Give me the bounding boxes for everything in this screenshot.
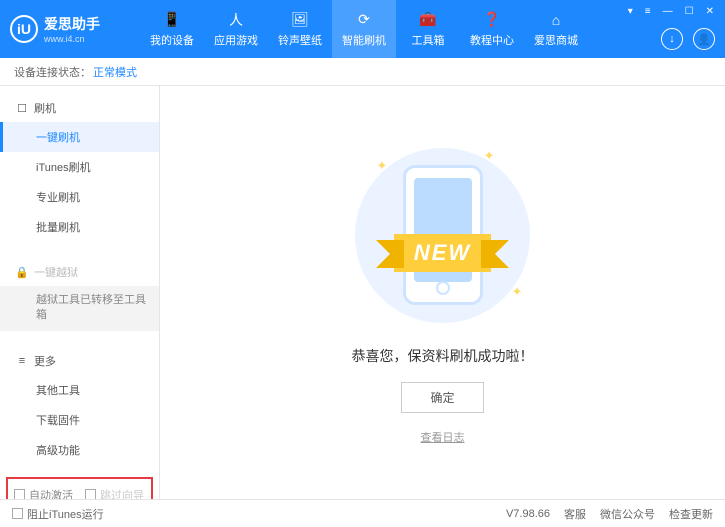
wallpaper-icon: 🖼: [291, 11, 309, 29]
title-bar: iU 爱思助手 www.i4.cn 📱我的设备 人应用游戏 🖼铃声壁纸 ⟳智能刷…: [0, 0, 725, 58]
sidebar-item-itunes[interactable]: iTunes刷机: [0, 152, 159, 182]
logo-icon: iU: [10, 15, 38, 43]
nav-ringtones[interactable]: 🖼铃声壁纸: [268, 0, 332, 58]
sidebar-jailbreak-note[interactable]: 越狱工具已转移至工具箱: [0, 286, 159, 331]
toolbox-icon: 🧰: [419, 11, 437, 29]
app-logo: iU 爱思助手 www.i4.cn: [10, 14, 140, 44]
app-url: www.i4.cn: [44, 34, 100, 44]
user-button[interactable]: 👤: [693, 28, 715, 50]
success-illustration: NEW ✦ ✦ ✦: [343, 140, 543, 330]
ok-button[interactable]: 确定: [401, 382, 483, 413]
footer-link-update[interactable]: 检查更新: [669, 506, 713, 522]
menu-button[interactable]: ▾: [625, 6, 636, 17]
sparkle-icon: ✦: [484, 148, 495, 164]
sidebar-header-more[interactable]: ≡更多: [0, 347, 159, 375]
status-value: 正常模式: [93, 64, 137, 80]
app-name: 爱思助手: [44, 14, 100, 34]
checkbox-block-itunes[interactable]: 阻止iTunes运行: [12, 506, 104, 522]
footer-link-wechat[interactable]: 微信公众号: [600, 506, 655, 522]
close-button[interactable]: ✕: [703, 6, 717, 17]
new-ribbon: NEW: [394, 234, 491, 272]
theme-button[interactable]: ≡: [642, 6, 654, 17]
sidebar-item-download-fw[interactable]: 下载固件: [0, 405, 159, 435]
header-actions: ↓ 👤: [661, 28, 715, 50]
sidebar: ☐刷机 一键刷机 iTunes刷机 专业刷机 批量刷机 🔒一键越狱 越狱工具已转…: [0, 86, 160, 499]
view-log-link[interactable]: 查看日志: [421, 429, 465, 445]
checkbox-auto-activate[interactable]: 自动激活: [14, 487, 73, 499]
checkbox-skip-guide[interactable]: 跳过向导: [85, 487, 144, 499]
sparkle-icon: ✦: [512, 284, 523, 300]
checkbox-icon: [12, 508, 23, 519]
sidebar-header-jailbreak: 🔒一键越狱: [0, 258, 159, 286]
sidebar-item-onekey[interactable]: 一键刷机: [0, 122, 159, 152]
more-icon: ≡: [16, 355, 28, 367]
version-label: V7.98.66: [506, 508, 550, 520]
sparkle-icon: ✦: [377, 158, 388, 174]
maximize-button[interactable]: ☐: [682, 6, 697, 17]
highlighted-options: 自动激活 跳过向导: [6, 477, 153, 499]
checkbox-icon: [85, 489, 96, 499]
status-label: 设备连接状态：: [14, 64, 91, 80]
footer: 阻止iTunes运行 V7.98.66 客服 微信公众号 检查更新: [0, 499, 725, 527]
nav-flash[interactable]: ⟳智能刷机: [332, 0, 396, 58]
checkbox-icon: [14, 489, 25, 499]
nav-my-device[interactable]: 📱我的设备: [140, 0, 204, 58]
window-controls: ▾ ≡ — ☐ ✕: [625, 6, 717, 17]
top-nav: 📱我的设备 人应用游戏 🖼铃声壁纸 ⟳智能刷机 🧰工具箱 ❓教程中心 ⌂爱思商城: [140, 0, 588, 58]
nav-store[interactable]: ⌂爱思商城: [524, 0, 588, 58]
store-icon: ⌂: [547, 11, 565, 29]
sidebar-item-other-tools[interactable]: 其他工具: [0, 375, 159, 405]
main-content: NEW ✦ ✦ ✦ 恭喜您，保资料刷机成功啦！ 确定 查看日志: [160, 86, 725, 499]
minimize-button[interactable]: —: [660, 6, 676, 17]
sidebar-item-batch[interactable]: 批量刷机: [0, 212, 159, 242]
nav-apps[interactable]: 人应用游戏: [204, 0, 268, 58]
flash-section-icon: ☐: [16, 102, 28, 114]
sidebar-item-pro[interactable]: 专业刷机: [0, 182, 159, 212]
flash-icon: ⟳: [355, 11, 373, 29]
success-message: 恭喜您，保资料刷机成功啦！: [352, 346, 534, 366]
help-icon: ❓: [483, 11, 501, 29]
lock-icon: 🔒: [16, 266, 28, 278]
sidebar-header-flash[interactable]: ☐刷机: [0, 94, 159, 122]
sidebar-item-advanced[interactable]: 高级功能: [0, 435, 159, 465]
nav-tutorials[interactable]: ❓教程中心: [460, 0, 524, 58]
status-bar: 设备连接状态： 正常模式: [0, 58, 725, 86]
apps-icon: 人: [227, 11, 245, 29]
device-icon: 📱: [163, 11, 181, 29]
nav-toolbox[interactable]: 🧰工具箱: [396, 0, 460, 58]
download-button[interactable]: ↓: [661, 28, 683, 50]
footer-link-support[interactable]: 客服: [564, 506, 586, 522]
